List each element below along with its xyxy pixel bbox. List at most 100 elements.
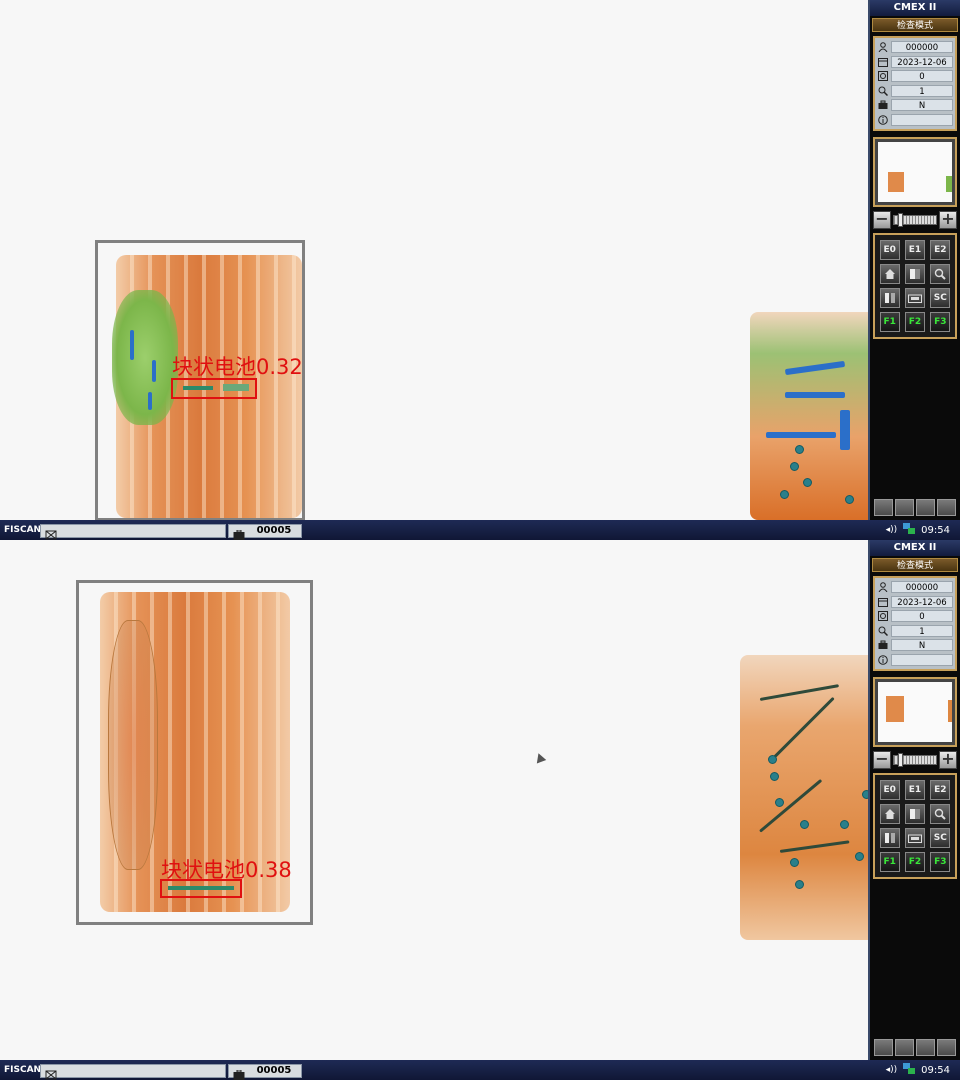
tools-icon[interactable] [916,499,935,516]
speaker-icon[interactable]: ◂)) [886,1065,898,1075]
info-value [891,653,953,666]
f2-button[interactable]: F2 [904,852,925,872]
thumbnail-preview[interactable] [873,677,957,747]
bag-type-icon [877,99,889,111]
mouse-cursor [533,751,547,764]
zoom-slider[interactable] [893,753,937,767]
bottom-toolbar [874,499,956,516]
zoom-out-button[interactable]: − [873,211,891,229]
status-bar: FISCAN 00005 ◂)) 09:54 [0,1060,960,1080]
sc-button[interactable]: SC [930,288,951,308]
e1-button[interactable]: E1 [904,780,925,800]
detection-box[interactable] [171,378,257,399]
calendar-icon [877,596,889,608]
magnify-icon[interactable] [930,804,951,824]
e2-button[interactable]: E2 [930,780,951,800]
calendar-icon [877,56,889,68]
clock: 09:54 [921,1064,950,1076]
xray-viewer[interactable]: 块状电池0.38 [0,540,868,1060]
home-icon[interactable] [879,264,900,284]
bag-icon[interactable] [904,288,925,308]
status-field [40,523,226,539]
bag-counter: 00005 [256,1065,292,1076]
zoom-control: − + [873,751,957,769]
e0-button[interactable]: E0 [879,780,900,800]
f1-button[interactable]: F1 [879,852,900,872]
network-icon[interactable] [903,523,916,537]
luggage-icon [233,525,247,540]
scan-screen-2: 块状电池0.38 CMEX II 检查模式 000000 2023-12-06 [0,540,960,1080]
zoom-control: − + [873,211,957,229]
scan-count-icon [877,70,889,82]
brand-label: FISCAN [4,1065,42,1075]
control-panel: CMEX II 检查模式 000000 2023-12-06 0 1 N − +… [868,0,960,520]
monitor-icon[interactable] [874,499,893,516]
bag-type-icon [877,639,889,651]
network-icon[interactable] [903,1063,916,1077]
zoom-value: 1 [891,84,953,97]
bag-type-value: N [891,639,953,652]
zoom-in-button[interactable]: + [939,751,957,769]
info-card: 000000 2023-12-06 0 1 N [873,36,957,131]
magnify-icon[interactable] [930,264,951,284]
panel-title: CMEX II [870,0,960,16]
exit-icon[interactable] [937,1039,956,1056]
zoom-slider[interactable] [893,213,937,227]
zoom-out-button[interactable]: − [873,751,891,769]
scan-screen-1: 块状电池0.32 CMEX II 检查模式 000000 2023-12-06 [0,0,960,540]
count-value: 0 [891,70,953,83]
panel-title: CMEX II [870,540,960,556]
arrow-icon[interactable] [895,499,914,516]
xray-viewer[interactable]: 块状电池0.32 [0,0,868,520]
bottom-toolbar [874,1039,956,1056]
e1-button[interactable]: E1 [904,240,925,260]
crosshair-icon [45,1065,59,1079]
mode-indicator[interactable]: 检查模式 [872,558,958,572]
speaker-icon[interactable]: ◂)) [886,525,898,535]
bag-count-field: 00005 [228,523,302,540]
contrast-icon[interactable] [904,804,925,824]
bag-count-field: 00005 [228,1063,302,1080]
info-value [891,113,953,126]
tools-icon[interactable] [916,1039,935,1056]
home-icon[interactable] [879,804,900,824]
system-tray: ◂)) 09:54 [868,1060,960,1080]
zoom-value: 1 [891,624,953,637]
exit-icon[interactable] [937,499,956,516]
magnify-icon [877,85,889,97]
system-tray: ◂)) 09:54 [868,520,960,540]
function-button-grid: E0 E1 E2 SC F1 F2 F3 [873,773,957,879]
bag-icon[interactable] [904,828,925,848]
thumbnail-preview[interactable] [873,137,957,207]
crosshair-icon [45,525,59,539]
bag-counter: 00005 [256,525,292,536]
luggage-icon [233,1065,247,1080]
e0-button[interactable]: E0 [879,240,900,260]
sc-button[interactable]: SC [930,828,951,848]
brand-label: FISCAN [4,525,42,535]
clock: 09:54 [921,524,950,536]
count-value: 0 [891,610,953,623]
detection-label: 块状电池0.32 [172,355,303,379]
detection-label: 块状电池0.38 [161,858,292,882]
monitor-icon[interactable] [874,1039,893,1056]
contrast-icon[interactable] [904,264,925,284]
zoom-in-button[interactable]: + [939,211,957,229]
f2-button[interactable]: F2 [904,312,925,332]
book-icon[interactable] [879,828,900,848]
status-bar: FISCAN 00005 ◂)) 09:54 [0,520,960,540]
user-icon [877,581,889,593]
e2-button[interactable]: E2 [930,240,951,260]
control-panel: CMEX II 检查模式 000000 2023-12-06 0 1 N − +… [868,540,960,1060]
f3-button[interactable]: F3 [930,312,951,332]
book-icon[interactable] [879,288,900,308]
info-icon [877,114,889,126]
arrow-icon[interactable] [895,1039,914,1056]
status-field [40,1063,226,1079]
operator-id: 000000 [891,581,953,594]
operator-id: 000000 [891,41,953,54]
mode-indicator[interactable]: 检查模式 [872,18,958,32]
f3-button[interactable]: F3 [930,852,951,872]
f1-button[interactable]: F1 [879,312,900,332]
info-card: 000000 2023-12-06 0 1 N [873,576,957,671]
